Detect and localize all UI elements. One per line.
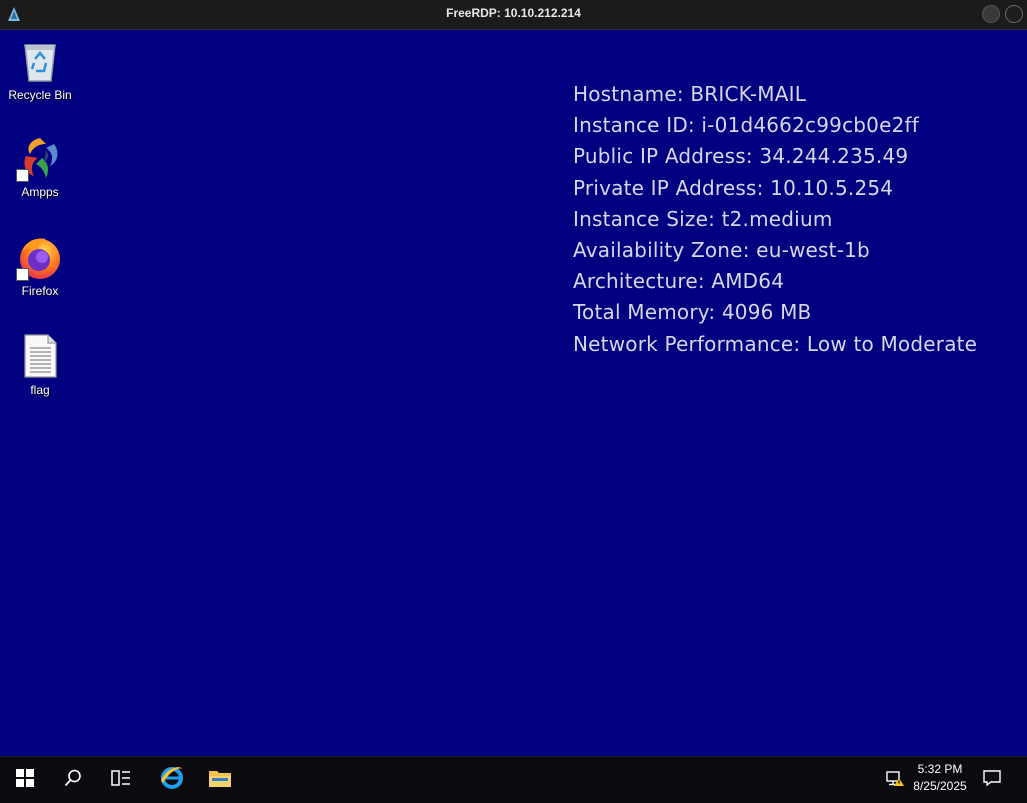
info-hostname: Hostname: BRICK-MAIL [573, 82, 807, 106]
start-button[interactable] [1, 757, 49, 799]
clock-date: 8/25/2025 [913, 779, 967, 793]
shortcut-arrow-icon [16, 268, 29, 281]
info-instance-size: Instance Size: t2.medium [573, 206, 833, 231]
taskbar-clock[interactable]: 5:32 PM 8/25/2025 [905, 761, 975, 795]
desktop-icon-label: Recycle Bin [8, 88, 72, 102]
taskbar-internet-explorer[interactable] [148, 757, 196, 799]
info-architecture: Architecture: AMD64 [573, 269, 785, 294]
windows-logo-icon [16, 769, 34, 787]
notification-icon [983, 770, 1001, 786]
desktop-icon-ampps[interactable]: Ampps [2, 134, 78, 199]
taskbar: 5:32 PM 8/25/2025 [0, 756, 1027, 803]
desktop-icon-label: Ampps [21, 185, 59, 199]
network-warning-icon [886, 771, 904, 786]
shortcut-arrow-icon [16, 169, 29, 182]
desktop-icon-label: flag [30, 383, 50, 397]
clock-time: 5:32 PM [917, 762, 963, 776]
window-title: FreeRDP: 10.10.212.214 [446, 6, 581, 20]
info-public-ip: Public IP Address: 34.244.235.49 [573, 144, 909, 169]
action-center-button[interactable] [968, 757, 1016, 799]
search-icon [64, 769, 81, 787]
remote-desktop[interactable]: Recycle Bin Ampps Firefox flag Hostname:… [0, 30, 1027, 756]
info-availability-zone: Availability Zone: eu-west-1b [573, 238, 870, 263]
desktop-icon-flag[interactable]: flag [2, 332, 78, 397]
text-file-icon [24, 334, 57, 378]
window-titlebar[interactable]: FreeRDP: 10.10.212.214 [0, 0, 1027, 30]
task-view-button[interactable] [97, 757, 145, 799]
minimize-button[interactable] [982, 5, 1000, 23]
desktop-icon-firefox[interactable]: Firefox [2, 233, 78, 298]
system-info-overlay: Hostname: BRICK-MAIL Instance ID: i-01d4… [573, 79, 977, 360]
info-network-performance: Network Performance: Low to Moderate [573, 331, 978, 356]
desktop-icon-label: Firefox [21, 284, 59, 298]
desktop-icon-recycle-bin[interactable]: Recycle Bin [2, 37, 78, 102]
task-view-icon [111, 770, 130, 786]
recycle-bin-icon [24, 44, 56, 82]
info-private-ip: Private IP Address: 10.10.5.254 [573, 175, 894, 200]
taskbar-file-explorer[interactable] [196, 757, 244, 799]
search-button[interactable] [49, 757, 97, 799]
folder-icon [209, 771, 231, 787]
internet-explorer-icon [161, 767, 183, 789]
info-total-memory: Total Memory: 4096 MB [573, 300, 812, 325]
close-button[interactable] [1005, 5, 1023, 23]
info-instance-id: Instance ID: i-01d4662c99cb0e2ff [573, 113, 920, 138]
